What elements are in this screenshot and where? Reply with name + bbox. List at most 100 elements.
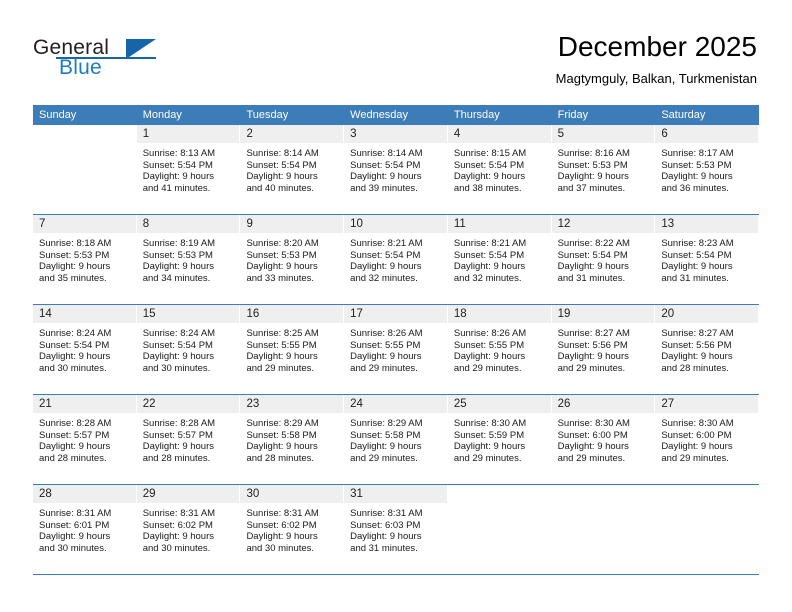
calendar-day-cell[interactable]: 20 Sunrise: 8:27 AM Sunset: 5:56 PM Dayligh… [655,305,760,394]
calendar-day-cell[interactable]: 24 Sunrise: 8:29 AM Sunset: 5:58 PM Dayligh… [344,395,448,484]
sunrise-text: Sunrise: 8:24 AM [142,328,216,339]
day-number-bar: 23 [240,395,344,413]
sunset-text: Sunset: 5:58 PM [246,429,317,441]
calendar-day-cell[interactable]: 2 Sunrise: 8:14 AM Sunset: 5:54 PM Daylight… [240,125,345,214]
calendar-day-cell[interactable]: 8 Sunrise: 8:19 AM Sunset: 5:53 PM Daylight… [136,215,241,304]
calendar-day-cell[interactable]: 27 Sunrise: 8:30 AM Sunset: 6:00 PM Dayligh… [655,395,760,484]
calendar-day-cell[interactable]: 19 Sunrise: 8:27 AM Sunset: 5:56 PM Dayligh… [551,305,656,394]
day-details: Sunrise: 8:15 AM Sunset: 5:54 PM Daylight:… [448,143,551,194]
general-blue-logo[interactable]: General Blue [33,36,193,88]
sunset-text: Sunset: 5:53 PM [39,249,110,261]
sunrise-text: Sunrise: 8:31 AM [246,508,319,519]
calendar-day-cell[interactable]: 15 Sunrise: 8:24 AM Sunset: 5:54 PM Dayligh… [136,305,241,394]
sunrise-text: Sunrise: 8:30 AM [453,418,527,429]
sunrise-text: Sunrise: 8:13 AM [142,148,216,159]
daylight-text-line2: and 28 minutes. [39,452,107,464]
daylight-text-line2: and 30 minutes. [142,542,211,554]
logo-text-blue: Blue [59,56,102,79]
day-number-bar: 13 [655,215,759,233]
calendar-day-cell[interactable]: 29 Sunrise: 8:31 AM Sunset: 6:02 PM Dayligh… [136,485,241,574]
day-number-bar: 5 [551,125,655,143]
daylight-text-line2: and 29 minutes. [350,362,418,374]
calendar-day-cell[interactable]: 26 Sunrise: 8:30 AM Sunset: 6:00 PM Dayligh… [551,395,656,484]
weekday-header-wednesday: Wednesday [350,109,409,121]
sunset-text: Sunset: 5:54 PM [661,249,732,261]
daylight-text-line2: and 37 minutes. [557,182,626,194]
day-details: Sunrise: 8:31 AM Sunset: 6:03 PM Daylight:… [344,503,447,554]
daylight-text-line1: Daylight: 9 hours [39,531,111,543]
sunset-text: Sunset: 5:56 PM [661,339,732,351]
calendar-day-cell[interactable]: 10 Sunrise: 8:21 AM Sunset: 5:54 PM Dayligh… [344,215,448,304]
calendar-day-cell[interactable]: 16 Sunrise: 8:25 AM Sunset: 5:55 PM Dayligh… [240,305,345,394]
day-number-bar: 26 [551,395,655,413]
calendar-day-cell[interactable]: 1 Sunrise: 8:13 AM Sunset: 5:54 PM Daylight… [136,125,241,214]
day-details: Sunrise: 8:26 AM Sunset: 5:55 PM Daylight:… [448,323,551,374]
sunset-text: Sunset: 5:54 PM [350,249,421,261]
calendar-day-cell[interactable]: 31 Sunrise: 8:31 AM Sunset: 6:03 PM Dayligh… [344,485,448,574]
sunset-text: Sunset: 5:54 PM [142,159,213,171]
calendar-day-cell[interactable]: 25 Sunrise: 8:30 AM Sunset: 5:59 PM Dayligh… [447,395,552,484]
day-number-bar: 4 [447,125,551,143]
calendar-day-cell[interactable]: 12 Sunrise: 8:22 AM Sunset: 5:54 PM Dayligh… [551,215,656,304]
day-number: 19 [557,308,571,320]
daylight-text-line1: Daylight: 9 hours [557,171,629,183]
sunrise-text: Sunrise: 8:30 AM [557,418,630,429]
calendar-day-cell[interactable]: 21 Sunrise: 8:28 AM Sunset: 5:57 PM Dayligh… [33,395,137,484]
daylight-text-line2: and 36 minutes. [661,182,729,194]
sunset-text: Sunset: 5:56 PM [557,339,628,351]
calendar-day-cell[interactable]: 5 Sunrise: 8:16 AM Sunset: 5:53 PM Daylight… [551,125,656,214]
calendar-day-cell[interactable]: 3 Sunrise: 8:14 AM Sunset: 5:54 PM Daylight… [344,125,448,214]
daylight-text-line2: and 39 minutes. [350,182,418,194]
sunrise-text: Sunrise: 8:23 AM [661,238,734,249]
daylight-text-line1: Daylight: 9 hours [142,531,215,543]
day-number-bar: 27 [655,395,759,413]
weekday-header-row: Sunday Monday Tuesday Wednesday Thursday… [33,105,759,125]
calendar-day-cell[interactable]: 14 Sunrise: 8:24 AM Sunset: 5:54 PM Dayligh… [33,305,137,394]
weekday-header-saturday: Saturday [661,109,706,121]
page-subtitle: Magtymguly, Balkan, Turkmenistan [555,71,757,86]
day-number: 15 [142,308,156,320]
day-details: Sunrise: 8:29 AM Sunset: 5:58 PM Daylight:… [240,413,343,464]
day-details: Sunrise: 8:25 AM Sunset: 5:55 PM Daylight:… [240,323,343,374]
day-details: Sunrise: 8:16 AM Sunset: 5:53 PM Daylight:… [552,143,655,194]
day-details: Sunrise: 8:17 AM Sunset: 5:53 PM Daylight:… [655,143,758,194]
sunset-text: Sunset: 6:00 PM [661,429,732,441]
daylight-text-line2: and 40 minutes. [246,182,315,194]
calendar-weeks: 1 Sunrise: 8:13 AM Sunset: 5:54 PM Daylight… [33,125,760,574]
day-details: Sunrise: 8:14 AM Sunset: 5:54 PM Daylight:… [344,143,447,194]
sunset-text: Sunset: 5:53 PM [661,159,732,171]
calendar-empty-cell [655,485,760,574]
calendar-day-cell[interactable]: 17 Sunrise: 8:26 AM Sunset: 5:55 PM Dayligh… [344,305,448,394]
day-details: Sunrise: 8:29 AM Sunset: 5:58 PM Daylight:… [344,413,447,464]
sunset-text: Sunset: 5:55 PM [246,339,317,351]
calendar-day-cell[interactable]: 30 Sunrise: 8:31 AM Sunset: 6:02 PM Dayligh… [240,485,345,574]
day-number-bar: 19 [551,305,655,323]
daylight-text-line1: Daylight: 9 hours [350,261,422,273]
daylight-text-line1: Daylight: 9 hours [557,351,629,363]
calendar-day-cell[interactable]: 28 Sunrise: 8:31 AM Sunset: 6:01 PM Dayligh… [33,485,137,574]
daylight-text-line1: Daylight: 9 hours [39,351,111,363]
calendar-day-cell[interactable]: 22 Sunrise: 8:28 AM Sunset: 5:57 PM Dayligh… [136,395,241,484]
sunrise-text: Sunrise: 8:15 AM [453,148,527,159]
calendar-day-cell[interactable]: 9 Sunrise: 8:20 AM Sunset: 5:53 PM Daylight… [240,215,345,304]
daylight-text-line2: and 33 minutes. [246,272,315,284]
day-number-bar [447,485,551,503]
calendar-day-cell[interactable]: 4 Sunrise: 8:15 AM Sunset: 5:54 PM Daylight… [447,125,552,214]
calendar-day-cell[interactable]: 23 Sunrise: 8:29 AM Sunset: 5:58 PM Dayligh… [240,395,345,484]
daylight-text-line1: Daylight: 9 hours [246,351,318,363]
day-number-bar [33,125,136,143]
day-details: Sunrise: 8:31 AM Sunset: 6:02 PM Daylight:… [240,503,343,554]
daylight-text-line1: Daylight: 9 hours [453,171,526,183]
calendar-day-cell[interactable]: 18 Sunrise: 8:26 AM Sunset: 5:55 PM Dayligh… [447,305,552,394]
day-number: 23 [246,398,260,410]
calendar-day-cell[interactable]: 13 Sunrise: 8:23 AM Sunset: 5:54 PM Dayligh… [655,215,760,304]
calendar-day-cell[interactable]: 11 Sunrise: 8:21 AM Sunset: 5:54 PM Dayligh… [447,215,552,304]
day-details: Sunrise: 8:20 AM Sunset: 5:53 PM Daylight:… [240,233,343,284]
day-number: 28 [39,488,52,500]
day-details: Sunrise: 8:28 AM Sunset: 5:57 PM Daylight:… [33,413,136,464]
day-number: 1 [142,128,150,140]
calendar-day-cell[interactable]: 6 Sunrise: 8:17 AM Sunset: 5:53 PM Daylight… [655,125,760,214]
calendar-day-cell[interactable]: 7 Sunrise: 8:18 AM Sunset: 5:53 PM Daylight… [33,215,137,304]
day-number: 31 [350,488,363,500]
sunset-text: Sunset: 5:53 PM [246,249,317,261]
